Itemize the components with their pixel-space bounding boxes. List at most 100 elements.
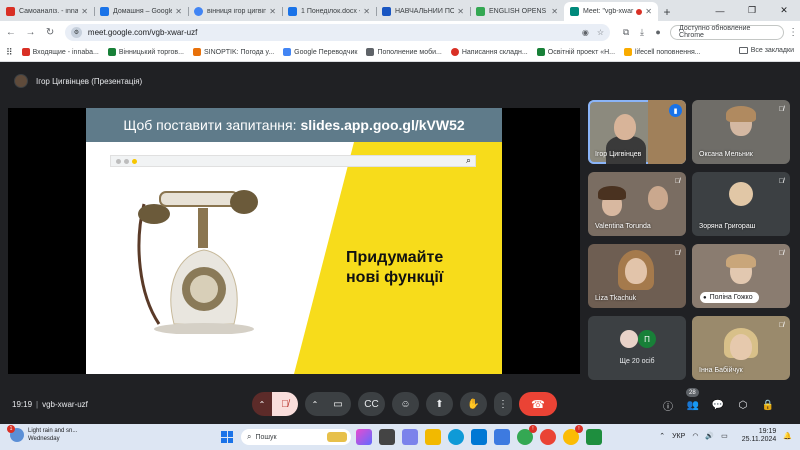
mic-options-chevron-icon[interactable]: ⌃ <box>252 392 272 416</box>
gmail-favicon-icon <box>6 7 15 16</box>
browser-tab-active[interactable]: Meet: "vgb-xwar ✕ <box>564 2 658 21</box>
bookmark-item[interactable]: Входящие - innaba... <box>21 48 99 56</box>
bookmark-item[interactable]: Google Переводчик <box>283 48 357 56</box>
participant-tile[interactable]: ▮ Ігор Цигвінцев <box>588 100 686 164</box>
close-tab-icon[interactable]: ✕ <box>269 7 276 16</box>
site-info-icon[interactable]: ⚙ <box>70 26 82 38</box>
maximize-icon[interactable]: ❐ <box>736 0 768 21</box>
present-screen-button[interactable]: ⬆ <box>426 392 453 416</box>
browser-tab[interactable]: вінниця ігор цигвіn ✕ <box>188 2 282 21</box>
participant-tile[interactable]: 🎙̸ ● Поліна Гожко <box>692 244 790 308</box>
extensions-icon[interactable]: ⧉ <box>618 24 634 40</box>
profile-icon[interactable]: ● <box>650 24 666 40</box>
close-tab-icon[interactable]: ✕ <box>551 7 558 16</box>
participant-tile[interactable]: 🎙̸ Valentina Torunda <box>588 172 686 236</box>
participant-tile[interactable]: 🎙̸ Liza Tkachuk <box>588 244 686 308</box>
windows-start-icon[interactable] <box>221 431 233 443</box>
bookmark-item[interactable]: Написання складн... <box>450 48 528 56</box>
outlook-app-icon[interactable] <box>471 429 487 445</box>
bookmark-item[interactable]: lifecell поповнення... <box>624 48 701 56</box>
url-text[interactable]: meet.google.com/vgb-xwar-uzf <box>88 28 574 37</box>
taskbar-clock[interactable]: 19:19 25.11.2024 <box>735 428 777 444</box>
participant-tile[interactable]: 🎙̸ Інна Бабійчук <box>692 316 790 380</box>
language-indicator[interactable]: УКР <box>672 433 685 440</box>
chrome-app-icon[interactable]: ! <box>517 425 537 445</box>
drive-favicon-icon <box>288 7 297 16</box>
close-tab-icon[interactable]: ✕ <box>81 7 88 16</box>
app-icon[interactable] <box>586 429 602 445</box>
meeting-info-icon[interactable]: ⓘ <box>656 395 680 415</box>
bookmark-item[interactable]: Пополнение моби... <box>366 48 442 56</box>
volume-icon[interactable]: 🔊 <box>705 432 714 440</box>
drive-favicon-icon <box>100 7 109 16</box>
recording-dot-icon <box>636 8 643 15</box>
downloads-icon[interactable]: ⤓ <box>634 24 650 40</box>
close-tab-icon[interactable]: ✕ <box>175 7 182 16</box>
host-controls-lock-icon[interactable]: 🔒 <box>756 395 780 415</box>
chat-icon[interactable]: 💬 <box>706 395 730 415</box>
participant-tile[interactable]: 🎙̸ Зоряна Григораш <box>692 172 790 236</box>
captions-button[interactable]: CC <box>358 392 385 416</box>
copilot-app-icon[interactable] <box>356 429 372 445</box>
reactions-emoji-icon[interactable]: ☺ <box>392 392 419 416</box>
mic-off-button[interactable]: 🎙̸ <box>272 392 298 416</box>
bookmark-item[interactable]: Вінницький торгов... <box>107 48 184 56</box>
speaking-indicator-icon: ▮ <box>669 104 682 117</box>
taskbar-search-box[interactable]: ⌕ Пошук <box>241 429 351 445</box>
end-call-button[interactable]: ☎ <box>519 392 557 416</box>
all-bookmarks-button[interactable]: Все закладки <box>738 47 794 54</box>
reload-icon[interactable]: ↻ <box>41 23 59 41</box>
tray-overflow-icon[interactable]: ⌃ <box>659 432 665 440</box>
presentation-stage[interactable]: Щоб поставити запитання: slides.app.goo.… <box>8 108 580 374</box>
bookmark-item[interactable]: SINOPTIK: Погода у... <box>192 48 274 56</box>
camera-options-chevron-icon[interactable]: ⌃ <box>305 392 325 416</box>
activities-icon[interactable]: ⬡ <box>731 395 755 415</box>
participant-avatar <box>620 330 638 348</box>
browser-tab[interactable]: НАВЧАЛЬНИЙ ПОР ✕ <box>376 2 470 21</box>
browser-tab[interactable]: Самоаналіз. - innaba✕ <box>0 2 94 21</box>
back-icon[interactable]: ← <box>2 23 20 41</box>
chrome-profile-app-icon[interactable]: ! <box>563 425 583 445</box>
task-view-icon[interactable] <box>379 429 395 445</box>
chrome-update-button[interactable]: Доступно обновление Chrome <box>670 24 785 40</box>
close-tab-icon[interactable]: ✕ <box>457 7 464 16</box>
wifi-icon[interactable]: ◠ <box>692 432 698 440</box>
browser-tab[interactable]: ENGLISH OPENS THE✕ <box>470 2 564 21</box>
battery-icon[interactable]: ▭ <box>721 432 728 440</box>
mic-icon: ● <box>703 294 707 301</box>
browser-tab[interactable]: 1 Понеділок.docx - ✕ <box>282 2 376 21</box>
edge-app-icon[interactable] <box>448 429 464 445</box>
tab-strip: Самоаналіз. - innaba✕ Домашня – Google ,… <box>0 0 800 21</box>
weather-widget[interactable]: 1 Light rain and sn... Wednesday <box>7 425 77 443</box>
apps-grid-icon[interactable]: ⠿ <box>6 47 13 58</box>
close-window-icon[interactable]: ✕ <box>768 0 800 21</box>
bookmark-star-icon[interactable]: ☆ <box>597 28 604 37</box>
muted-mic-icon: 🎙̸ <box>778 178 784 185</box>
more-participants-tile[interactable]: П Ще 20 осіб <box>588 316 686 380</box>
bookmark-item[interactable]: Освітній проект «Н... <box>536 48 615 56</box>
chrome-profile-app-icon[interactable] <box>540 429 556 445</box>
notifications-bell-icon[interactable]: 🔔 <box>783 432 792 440</box>
forward-icon[interactable]: → <box>22 23 40 41</box>
participant-tile[interactable]: 🎙̸ Оксана Мельник <box>692 100 790 164</box>
weather-site-icon <box>192 48 201 56</box>
close-tab-icon[interactable]: ✕ <box>363 7 370 16</box>
meeting-controls: ⌃ 🎙̸ ⌃ ▭ CC ☺ ⬆ ✋ ⋮ ☎ <box>252 392 557 416</box>
people-icon[interactable]: 28 👥 <box>681 388 705 415</box>
browser-tab[interactable]: Домашня – Google , ✕ <box>94 2 188 21</box>
minimize-icon[interactable]: — <box>704 0 736 21</box>
address-bar[interactable]: ⚙ meet.google.com/vgb-xwar-uzf ◉ ☆ <box>64 23 611 41</box>
camera-button[interactable]: ▭ <box>325 392 351 416</box>
teams-app-icon[interactable] <box>402 429 418 445</box>
chrome-menu-icon[interactable]: ⋮ <box>786 27 800 38</box>
eye-icon[interactable]: ◉ <box>582 28 589 37</box>
store-app-icon[interactable] <box>494 429 510 445</box>
raise-hand-button[interactable]: ✋ <box>460 392 487 416</box>
more-options-icon[interactable]: ⋮ <box>494 392 512 416</box>
slide-heading: Придумайте нові функції <box>346 249 444 286</box>
new-tab-button[interactable]: + <box>658 2 676 21</box>
file-explorer-icon[interactable] <box>425 429 441 445</box>
close-tab-icon[interactable]: ✕ <box>645 7 652 16</box>
meet-area: Ігор Цигвінцев (Презентація) Щоб постави… <box>0 62 800 424</box>
participant-avatar: П <box>638 330 656 348</box>
